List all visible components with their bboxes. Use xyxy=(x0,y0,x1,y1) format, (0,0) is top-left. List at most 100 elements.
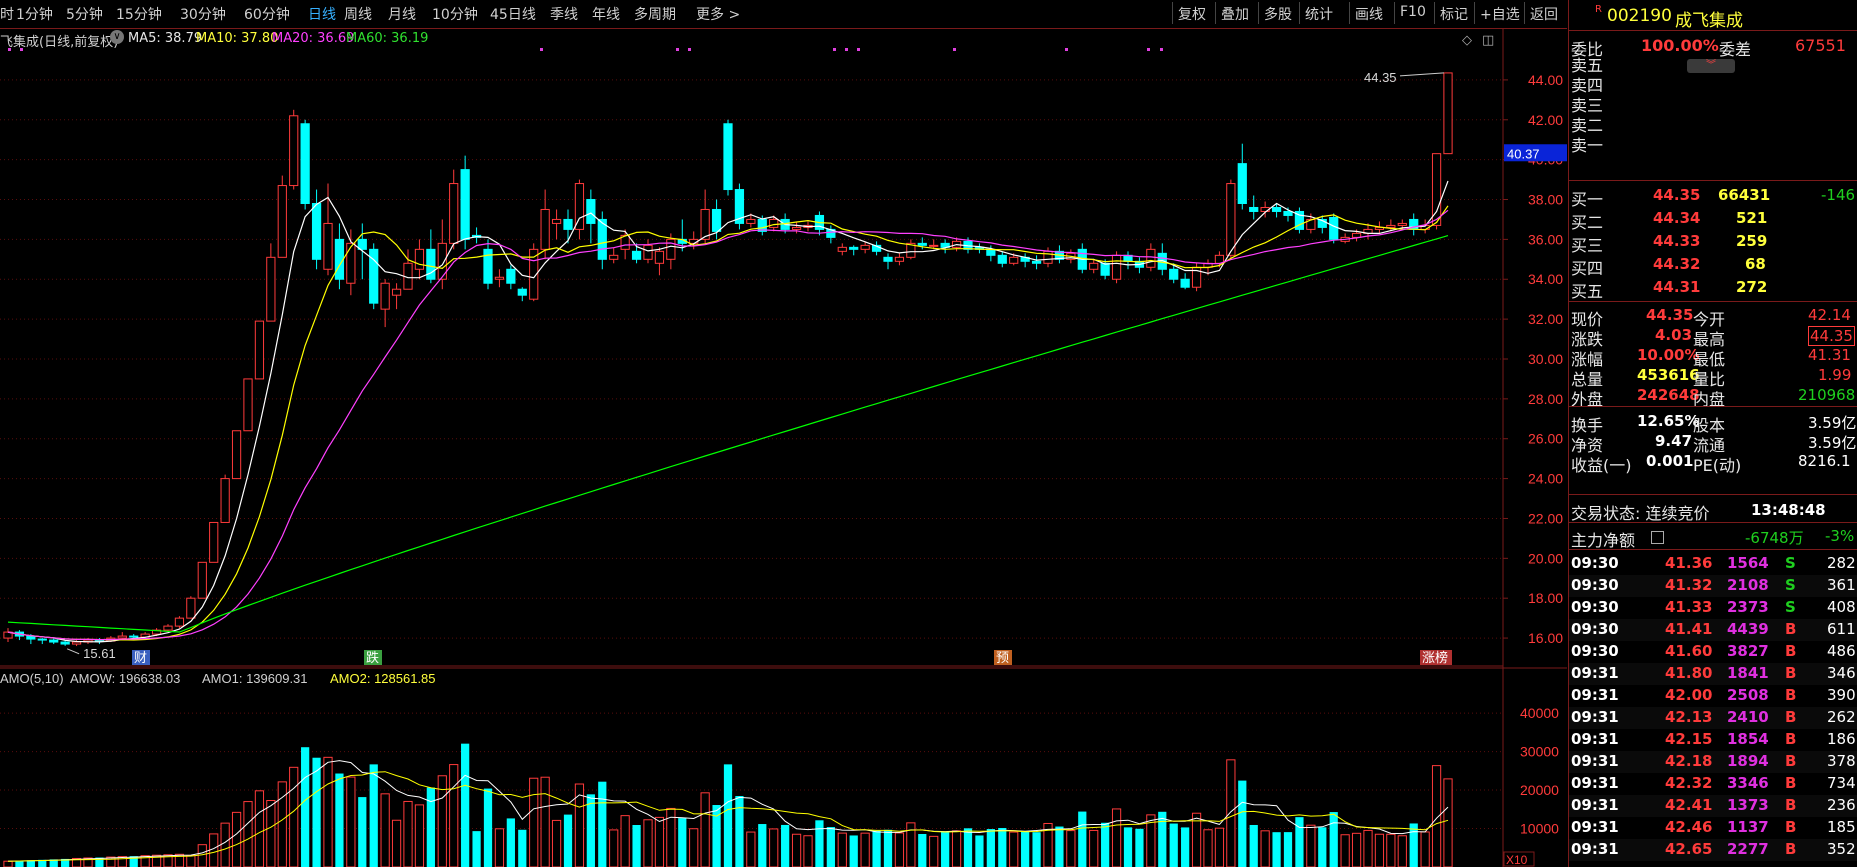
volume-bar-up xyxy=(1397,835,1407,867)
stat-value: 44.35 xyxy=(1808,326,1855,346)
volume-bar-down xyxy=(301,747,310,867)
stat-value: 0.001 xyxy=(1646,452,1694,470)
volume-bar-up xyxy=(1431,765,1442,867)
buy-level-volume: 66431 xyxy=(1718,186,1771,204)
tick-time: 09:30 xyxy=(1571,642,1619,660)
price-tick-label: 42.00 xyxy=(1528,112,1563,128)
event-dot-marker xyxy=(676,48,679,51)
volume-bar-down xyxy=(1238,780,1247,867)
candle-down xyxy=(49,639,59,643)
volume-bar-down xyxy=(15,860,24,867)
tick-side: B xyxy=(1785,620,1797,638)
volume-bar-down xyxy=(1318,827,1327,867)
volume-bar-down xyxy=(335,773,344,867)
tick-price: 41.80 xyxy=(1665,664,1713,682)
volume-bar-down xyxy=(461,743,470,867)
volume-bar-up xyxy=(449,764,459,867)
tick-price: 41.33 xyxy=(1665,598,1713,616)
candle-down xyxy=(917,242,927,246)
tick-time: 09:31 xyxy=(1571,664,1619,682)
event-dot-marker xyxy=(1160,48,1163,51)
candle-down xyxy=(586,199,596,224)
volume-bar-up xyxy=(266,800,276,867)
volume-bar-up xyxy=(1363,829,1373,867)
tick-volume: 2410 xyxy=(1727,708,1769,726)
candle-up xyxy=(540,208,550,250)
volume-bar-up xyxy=(1111,808,1122,867)
candle-down xyxy=(60,641,70,645)
tick-side: S xyxy=(1785,598,1796,616)
volume-bar-down xyxy=(678,818,687,867)
volume-bar-up xyxy=(620,815,630,867)
volume-bar-down xyxy=(1283,832,1293,867)
candle-down xyxy=(723,123,733,191)
volume-bar-up xyxy=(1009,831,1019,867)
tick-volume: 1841 xyxy=(1727,664,1769,682)
volume-tick-label: 10000 xyxy=(1520,821,1559,837)
volume-bar-up xyxy=(643,819,653,867)
tick-row: 09:31 42.18 1894 B 378 xyxy=(1569,751,1857,773)
price-tick-label: 30.00 xyxy=(1528,351,1563,367)
volume-tick-label: 30000 xyxy=(1520,744,1559,760)
volume-bar-up xyxy=(1306,824,1316,867)
tick-price: 42.41 xyxy=(1665,796,1713,814)
tick-price: 42.65 xyxy=(1665,840,1713,858)
candle-up xyxy=(266,256,276,322)
tick-count: 611 xyxy=(1827,620,1856,638)
tick-price: 41.36 xyxy=(1665,554,1713,572)
event-marker-label: 跌 xyxy=(366,650,379,666)
buy-level-label: 买四 xyxy=(1571,259,1604,278)
candle-up xyxy=(791,226,802,230)
stat-value: 41.31 xyxy=(1808,346,1851,364)
tick-side: B xyxy=(1785,642,1797,660)
candle-down xyxy=(563,218,573,230)
tick-price: 42.13 xyxy=(1665,708,1713,726)
tick-count: 390 xyxy=(1827,686,1856,704)
volume-bar-up xyxy=(529,777,539,867)
candle-up xyxy=(1111,254,1122,280)
candle-down xyxy=(517,288,527,296)
event-dot-marker xyxy=(540,48,543,51)
candle-up xyxy=(1386,224,1396,228)
volume-unit-label: X10 xyxy=(1506,853,1528,867)
volume-bar-up xyxy=(540,776,550,867)
volume-bar-down xyxy=(1272,832,1281,867)
event-dot-marker xyxy=(953,48,956,51)
price-tick-label: 34.00 xyxy=(1528,271,1563,287)
candle-up xyxy=(1146,248,1156,268)
event-dot-marker xyxy=(20,48,23,51)
tick-time: 09:31 xyxy=(1571,774,1619,792)
kline-chart[interactable]: 16.00 18.00 20.00 22.00 24.00 26.00 28.00 30.00… xyxy=(0,0,1567,867)
tick-side: B xyxy=(1785,708,1797,726)
list-icon[interactable] xyxy=(1651,531,1664,544)
collapse-chevron-icon[interactable]: ︾ xyxy=(1687,59,1735,73)
stat-value: 242648 xyxy=(1637,386,1700,404)
volume-bar-up xyxy=(769,828,779,867)
tick-row: 09:31 42.32 3346 B 734 xyxy=(1569,773,1857,795)
tick-row: 09:30 41.41 4439 B 611 xyxy=(1569,619,1857,641)
stat-value: 9.47 xyxy=(1655,432,1693,450)
tick-count: 408 xyxy=(1827,598,1856,616)
tick-volume: 3827 xyxy=(1727,642,1769,660)
price-tick-label: 24.00 xyxy=(1528,471,1563,487)
stats-divider xyxy=(1569,406,1857,407)
tick-price: 42.32 xyxy=(1665,774,1713,792)
volume-bar-up xyxy=(609,829,619,867)
event-dot-marker xyxy=(1147,48,1150,51)
window-icon[interactable]: ◫ xyxy=(1482,33,1494,48)
volume-bar-down xyxy=(483,788,493,867)
candle-down xyxy=(883,256,893,262)
tick-price: 41.41 xyxy=(1665,620,1713,638)
volume-bar-down xyxy=(1169,823,1178,867)
candle-up xyxy=(209,521,219,563)
event-marker-label: 涨榜 xyxy=(1422,650,1448,666)
tick-volume: 2508 xyxy=(1727,686,1769,704)
volume-bar-up xyxy=(1260,830,1270,867)
volume-bar-up xyxy=(289,766,299,867)
volume-bar-up xyxy=(574,783,585,867)
tick-volume: 1373 xyxy=(1727,796,1769,814)
diamond-icon[interactable]: ◇ xyxy=(1462,33,1472,48)
current-price-label: 40.37 xyxy=(1507,146,1540,161)
tick-time: 09:31 xyxy=(1571,796,1619,814)
candle-down xyxy=(37,638,47,641)
